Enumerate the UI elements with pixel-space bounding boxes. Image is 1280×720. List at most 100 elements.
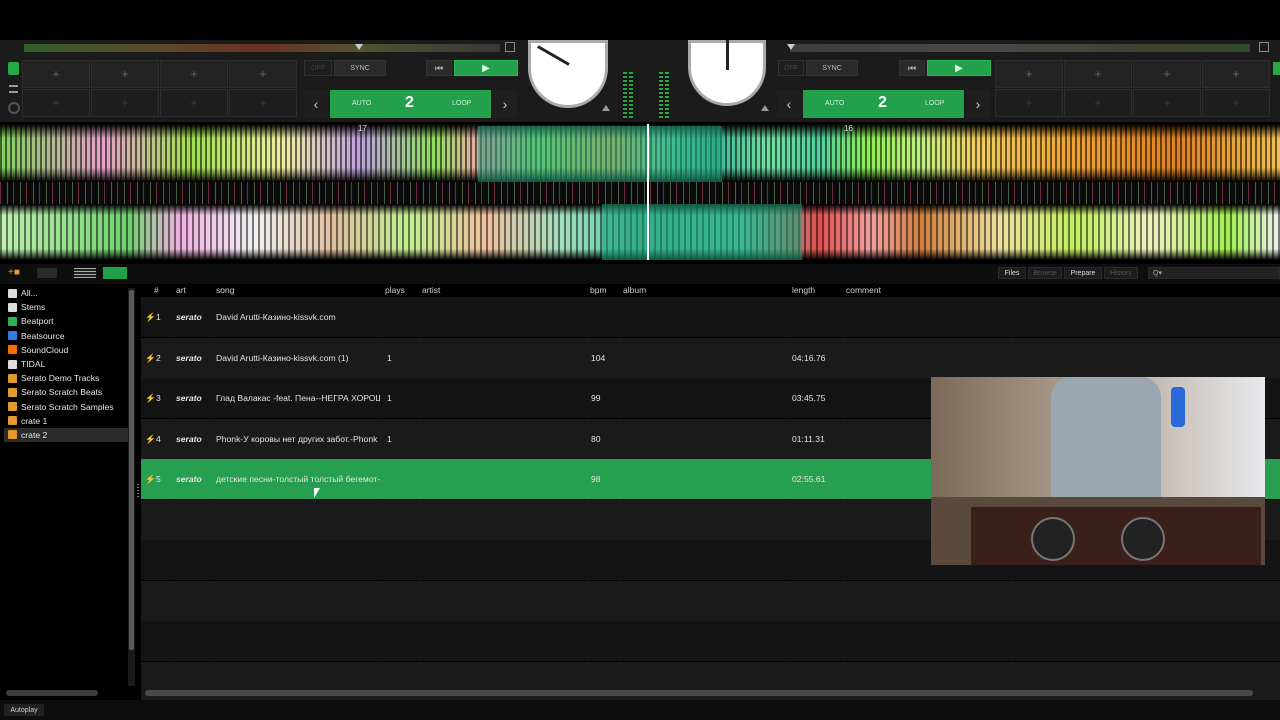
right-cue-pad-3[interactable]: +	[1133, 60, 1201, 88]
left-mini-waveform[interactable]	[24, 44, 500, 52]
left-loop-next-button[interactable]: ›	[493, 90, 517, 118]
col-header-album[interactable]: album	[623, 285, 646, 297]
col-header-art[interactable]: art	[176, 285, 186, 297]
album-art-placeholder: serato	[176, 474, 202, 484]
right-loop-prev-button[interactable]: ‹	[777, 90, 801, 118]
sidebar-item-soundcloud[interactable]: SoundCloud	[4, 343, 128, 357]
right-loop-label[interactable]: LOOP	[925, 100, 944, 107]
left-sync-button[interactable]: SYNC	[334, 60, 386, 76]
sidebar-item-all[interactable]: All...	[4, 286, 128, 300]
col-header-length[interactable]: length	[792, 285, 815, 297]
right-cue-pad-2[interactable]: +	[1064, 60, 1132, 88]
table-row[interactable]	[141, 580, 1280, 621]
album-art-placeholder: serato	[176, 433, 202, 444]
left-cue-pad-6[interactable]: +	[91, 89, 159, 117]
add-crate-icon[interactable]: +■	[8, 268, 28, 278]
stems-icon	[8, 302, 17, 312]
right-play-button[interactable]: ▶	[927, 60, 991, 76]
sidebar-scroll-thumb[interactable]	[129, 290, 134, 650]
sidebar-item-crate-2[interactable]: crate 2	[4, 427, 128, 443]
right-sync-button[interactable]: SYNC	[806, 60, 858, 76]
list-view-icon[interactable]	[74, 268, 96, 278]
left-play-button[interactable]: ▶	[454, 60, 518, 76]
song-title: David Arutti-Казино-kissvk.com	[216, 312, 336, 322]
crate-sidebar: All... Stems Beatport Beatsource SoundCloud T…	[4, 286, 128, 443]
left-cue-pad-7[interactable]: +	[160, 89, 228, 117]
sidebar-item-tidal[interactable]: TIDAL	[4, 357, 128, 371]
sidebar-horizontal-scrollbar[interactable]	[6, 690, 98, 696]
right-cue-button[interactable]: ⏮	[899, 60, 925, 76]
sidebar-resize-handle[interactable]	[137, 484, 139, 498]
sidebar-item-serato-demo-tracks[interactable]: Serato Demo Tracks	[4, 371, 128, 385]
left-cue-pad-5[interactable]: +	[22, 89, 90, 117]
left-eject-icon[interactable]	[602, 105, 610, 111]
browse-button[interactable]: Browse	[1028, 267, 1062, 279]
table-horizontal-scrollbar[interactable]	[145, 690, 1253, 696]
right-eject-icon[interactable]	[761, 105, 769, 111]
right-cue-pad-5[interactable]: +	[995, 89, 1063, 117]
table-row[interactable]: ⚡ serato 2 David Arutti-Казино-kissvk.com (…	[141, 337, 1280, 378]
left-loop-region[interactable]	[478, 126, 722, 182]
left-cue-button[interactable]: ⏮	[426, 60, 452, 76]
prepare-button[interactable]: Prepare	[1064, 267, 1102, 279]
right-deck-mode-icon[interactable]	[1273, 62, 1280, 75]
sidebar-item-beatsource[interactable]: Beatsource	[4, 329, 128, 343]
tidal-icon	[8, 359, 17, 369]
col-header-bpm[interactable]: bpm	[590, 285, 607, 297]
sidebar-item-crate-1[interactable]: crate 1	[4, 414, 128, 428]
play-icon: ▶	[482, 62, 490, 74]
right-cue-pad-7[interactable]: +	[1133, 89, 1201, 117]
crate-icon	[8, 402, 17, 412]
right-cue-pad-4[interactable]: +	[1202, 60, 1270, 88]
song-title: детские песни-толстый толстый бегемот-	[216, 474, 380, 484]
sidebar-item-label: Serato Scratch Beats	[21, 387, 103, 398]
right-loop-region[interactable]	[602, 204, 802, 260]
right-cue-pad-1[interactable]: +	[995, 60, 1063, 88]
add-smart-crate-icon[interactable]	[37, 268, 57, 278]
history-button[interactable]: History	[1104, 267, 1138, 279]
sidebar-item-serato-scratch-beats[interactable]: Serato Scratch Beats	[4, 385, 128, 399]
right-grid-toggle-icon[interactable]	[1259, 42, 1269, 52]
track-length: 03:45.75	[792, 393, 826, 403]
right-auto-label[interactable]: AUTO	[825, 100, 844, 107]
sidebar-item-beatport[interactable]: Beatport	[4, 314, 128, 328]
files-button[interactable]: Files	[998, 267, 1026, 279]
right-playhead-marker	[787, 44, 795, 50]
col-header-num[interactable]: #	[154, 285, 159, 297]
track-status-icon: ⚡	[145, 312, 156, 322]
sidebar-item-label: Beatsource	[21, 330, 65, 341]
table-row[interactable]: ⚡ serato 1 David Arutti-Казино-kissvk.com	[141, 297, 1280, 337]
right-mini-waveform[interactable]	[790, 44, 1250, 52]
table-row[interactable]	[141, 621, 1280, 661]
col-header-plays[interactable]: plays	[385, 285, 405, 297]
left-loop-label[interactable]: LOOP	[452, 100, 471, 107]
deck-sync-icon[interactable]	[8, 102, 20, 114]
left-off-button[interactable]: OFF	[304, 60, 332, 76]
col-header-artist[interactable]: artist	[422, 285, 440, 297]
left-cue-pad-1[interactable]: +	[22, 60, 90, 88]
right-loop-next-button[interactable]: ›	[966, 90, 990, 118]
left-grid-toggle-icon[interactable]	[505, 42, 515, 52]
sidebar-item-stems[interactable]: Stems	[4, 300, 128, 314]
right-cue-pad-6[interactable]: +	[1064, 89, 1132, 117]
left-loop-prev-button[interactable]: ‹	[304, 90, 328, 118]
detail-view-icon[interactable]	[103, 267, 127, 279]
search-input[interactable]: Q▾	[1148, 267, 1280, 279]
crate-icon	[8, 373, 17, 383]
left-cue-pad-3[interactable]: +	[160, 60, 228, 88]
right-cue-pad-8[interactable]: +	[1202, 89, 1270, 117]
sidebar-item-serato-scratch-samples[interactable]: Serato Scratch Samples	[4, 400, 128, 414]
col-header-comment[interactable]: comment	[846, 285, 881, 297]
left-cue-pad-4[interactable]: +	[229, 60, 297, 88]
left-auto-label[interactable]: AUTO	[352, 100, 371, 107]
chevron-left-icon: ‹	[313, 96, 319, 112]
col-header-song[interactable]: song	[216, 285, 234, 297]
deck-mode-shield-icon[interactable]	[8, 62, 19, 75]
left-cue-pad-2[interactable]: +	[91, 60, 159, 88]
deck-menu-icon[interactable]	[9, 85, 18, 93]
left-cue-pad-8[interactable]: +	[229, 89, 297, 117]
autoplay-button[interactable]: Autoplay	[4, 704, 44, 716]
left-autoloop-bar[interactable]: AUTO 2 LOOP	[330, 90, 491, 118]
right-off-button[interactable]: OFF	[778, 60, 804, 76]
right-autoloop-bar[interactable]: AUTO 2 LOOP	[803, 90, 964, 118]
